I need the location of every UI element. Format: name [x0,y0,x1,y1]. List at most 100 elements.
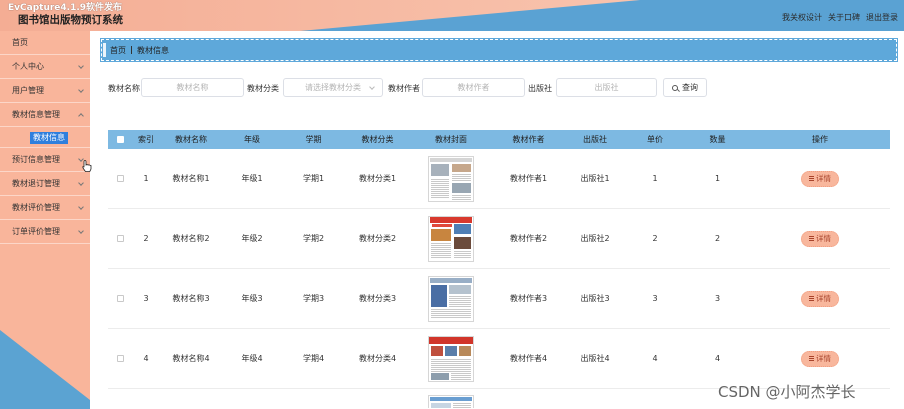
table-row: 4 教材名称4 年级4 学期4 教材分类4 教材作者4 出版社4 4 4 详情 [108,329,890,389]
table-cell [132,389,160,408]
document-icon [809,296,814,301]
table-cell: 教材作者1 [492,149,565,208]
textbook-cover-image [428,395,474,408]
detail-button[interactable]: 详情 [801,350,839,367]
detail-button[interactable]: 详情 [801,290,839,307]
quantity-cell: 4 [714,354,721,363]
table-header: 索引 教材名称 年级 学期 教材分类 教材封面 教材作者 出版社 单价 数量 操… [108,130,890,149]
category-cell: 教材分类4 [358,354,397,363]
table-cell: 教材名称2 [160,209,222,268]
column-header-actions: 操作 [812,135,828,144]
csdn-watermark: CSDN @小阿杰学长 [718,383,856,401]
column-header-index: 索引 [138,135,154,144]
table-cell: 年级4 [222,329,282,388]
table-body: 1 教材名称1 年级1 学期1 教材分类1 教材作者1 出版社1 1 1 详情 2 教材名称2 年级2 学… [108,149,890,408]
row-checkbox[interactable] [116,175,124,182]
term-cell: 学期4 [302,354,325,363]
table-cell: 1 [625,149,685,208]
column-header-publisher: 出版社 [583,135,607,144]
table-cell: 学期3 [282,269,345,328]
table-cell: 3 [132,269,160,328]
row-checkbox[interactable] [116,295,124,302]
table-cell: 年级1 [222,149,282,208]
table-cell: 教材名称4 [160,329,222,388]
textbook-name-cell: 教材名称3 [172,294,210,303]
detail-button-label: 详情 [816,234,831,243]
header-link[interactable]: 我关权设计 [782,12,822,23]
author-cell: 教材作者4 [509,354,548,363]
sidebar-item-textbook-info-management[interactable]: 教材信息管理 [0,103,90,127]
row-index-cell: 3 [143,294,149,303]
textbook-category-select[interactable]: 请选择教材分类 [283,78,383,97]
table-row: 1 教材名称1 年级1 学期1 教材分类1 教材作者1 出版社1 1 1 详情 [108,149,890,209]
detail-button[interactable]: 详情 [801,230,839,247]
chevron-down-icon [78,180,84,186]
table-cell: 教材名称1 [160,149,222,208]
sidebar-item-textbook-cancel-management[interactable]: 教材退订管理 [0,172,90,196]
sidebar-item-home[interactable]: 首页 [0,31,90,55]
document-icon [809,176,814,181]
table-cell: 教材分类3 [345,269,410,328]
table-cell: 4 [685,329,750,388]
chevron-up-icon [78,113,84,119]
table-cell: 详情 [750,209,890,268]
textbook-category-label: 教材分类 [247,84,279,93]
query-button-label: 查询 [682,83,698,92]
textbook-author-label: 教材作者 [388,84,420,93]
sidebar-item-textbook-review-management[interactable]: 教材评价管理 [0,196,90,220]
detail-button-label: 详情 [816,354,831,363]
breadcrumb: 首页 教材信息 [100,38,898,62]
sidebar-item-label: 教材退订管理 [12,179,60,188]
breadcrumb-current: 教材信息 [137,45,169,55]
textbook-table: 索引 教材名称 年级 学期 教材分类 教材封面 教材作者 出版社 单价 数量 操… [108,130,890,408]
textbook-cover-image [428,155,474,202]
textbook-name-input[interactable] [141,78,244,97]
sidebar-item-user-management[interactable]: 用户管理 [0,79,90,103]
table-cell [108,209,132,268]
select-all-checkbox[interactable] [116,136,124,143]
table-row: 3 教材名称3 年级3 学期3 教材分类3 教材作者3 出版社3 3 3 详情 [108,269,890,329]
query-button[interactable]: 查询 [663,78,707,97]
sidebar: 首页 个人中心 用户管理 教材信息管理 教材信息 预订信息管理 教材退订管理 教… [0,31,90,409]
term-cell: 学期3 [302,294,325,303]
header-link[interactable]: 关于口碑 [828,12,860,23]
sidebar-item-reservation-info-management[interactable]: 预订信息管理 [0,148,90,172]
column-header-author: 教材作者 [512,135,545,144]
author-cell: 教材作者1 [509,174,548,183]
table-cell: 教材作者4 [492,329,565,388]
sidebar-item-personal-center[interactable]: 个人中心 [0,55,90,79]
table-cell [492,389,565,408]
hand-cursor-icon [82,160,92,172]
table-cell: 年级3 [222,269,282,328]
table-row: 2 教材名称2 年级2 学期2 教材分类2 教材作者2 出版社2 2 2 详情 [108,209,890,269]
table-cell: 详情 [750,329,890,388]
table-cell [108,329,132,388]
term-cell: 学期2 [302,234,325,243]
table-cell: 出版社3 [565,269,625,328]
publisher-input[interactable] [556,78,657,97]
table-cell [410,209,492,268]
sidebar-menu: 首页 个人中心 用户管理 教材信息管理 教材信息 预订信息管理 教材退订管理 教… [0,31,90,244]
textbook-name-label: 教材名称 [108,84,140,93]
search-icon [672,84,678,91]
table-cell: 1 [132,149,160,208]
textbook-author-input[interactable] [422,78,525,97]
breadcrumb-home[interactable]: 首页 [110,45,126,56]
table-cell: 出版社4 [565,329,625,388]
table-cell [410,269,492,328]
table-cell: 教材作者3 [492,269,565,328]
textbook-cover-image [428,275,474,322]
row-checkbox[interactable] [116,355,124,362]
row-checkbox[interactable] [116,235,124,242]
publisher-cell: 出版社3 [580,294,610,303]
table-cell [108,269,132,328]
sidebar-item-order-review-management[interactable]: 订单评价管理 [0,220,90,244]
quantity-cell: 1 [714,174,721,183]
sidebar-item-label: 订单评价管理 [12,227,60,236]
table-cell: 出版社1 [565,149,625,208]
sidebar-item-label: 预订信息管理 [12,155,60,164]
detail-button[interactable]: 详情 [801,170,839,187]
sidebar-subitem-textbook-info[interactable]: 教材信息 [0,127,90,148]
logout-link[interactable]: 退出登录 [866,12,898,23]
column-header-quantity: 数量 [709,135,726,144]
